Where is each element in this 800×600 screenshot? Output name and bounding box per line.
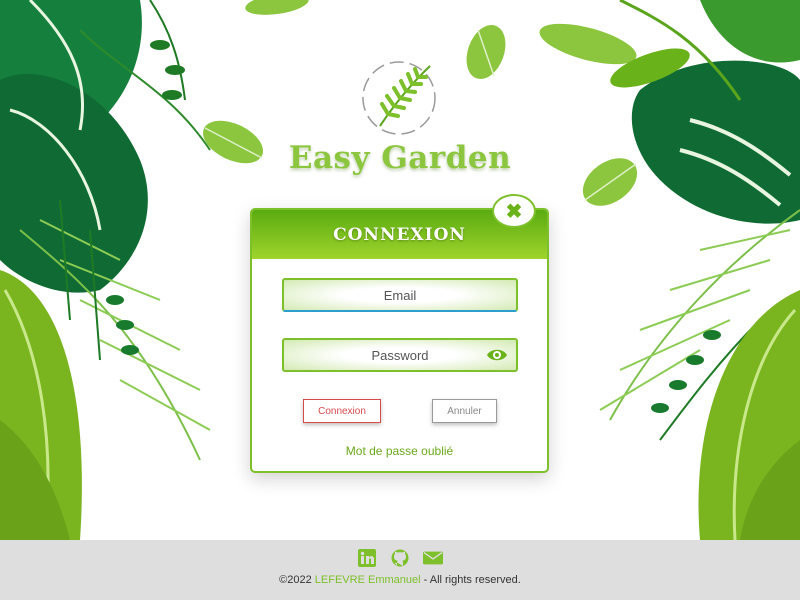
email-input[interactable] (284, 287, 516, 303)
copyright-prefix: ©2022 (279, 574, 315, 586)
password-input[interactable] (284, 347, 516, 363)
copyright-suffix: - All rights reserved. (420, 574, 521, 586)
email-field[interactable] (282, 278, 518, 312)
footer: ©2022 LEFEVRE Emmanuel - All rights rese… (0, 540, 800, 600)
login-title: CONNEXION (333, 224, 466, 245)
forgot-password-link[interactable]: Mot de passe oublié (252, 444, 547, 458)
close-icon[interactable]: ✖ (492, 194, 536, 228)
github-icon[interactable] (390, 549, 410, 567)
mail-icon[interactable] (423, 549, 443, 567)
linkedin-icon[interactable] (357, 549, 377, 567)
eye-icon[interactable] (486, 347, 508, 363)
login-card: CONNEXION ✖ Connexion Annuler Mot de pas… (250, 194, 549, 473)
login-button[interactable]: Connexion (303, 399, 381, 423)
password-field[interactable] (282, 338, 518, 372)
login-page: Easy Garden CONNEXION ✖ Connexion Annule… (0, 0, 800, 540)
author-link[interactable]: LEFEVRE Emmanuel (315, 574, 421, 586)
brand-title: Easy Garden (288, 140, 512, 176)
copyright: ©2022 LEFEVRE Emmanuel - All rights rese… (0, 574, 800, 586)
cancel-button[interactable]: Annuler (432, 399, 497, 423)
fern-logo-icon (362, 61, 436, 135)
social-links (0, 549, 800, 567)
